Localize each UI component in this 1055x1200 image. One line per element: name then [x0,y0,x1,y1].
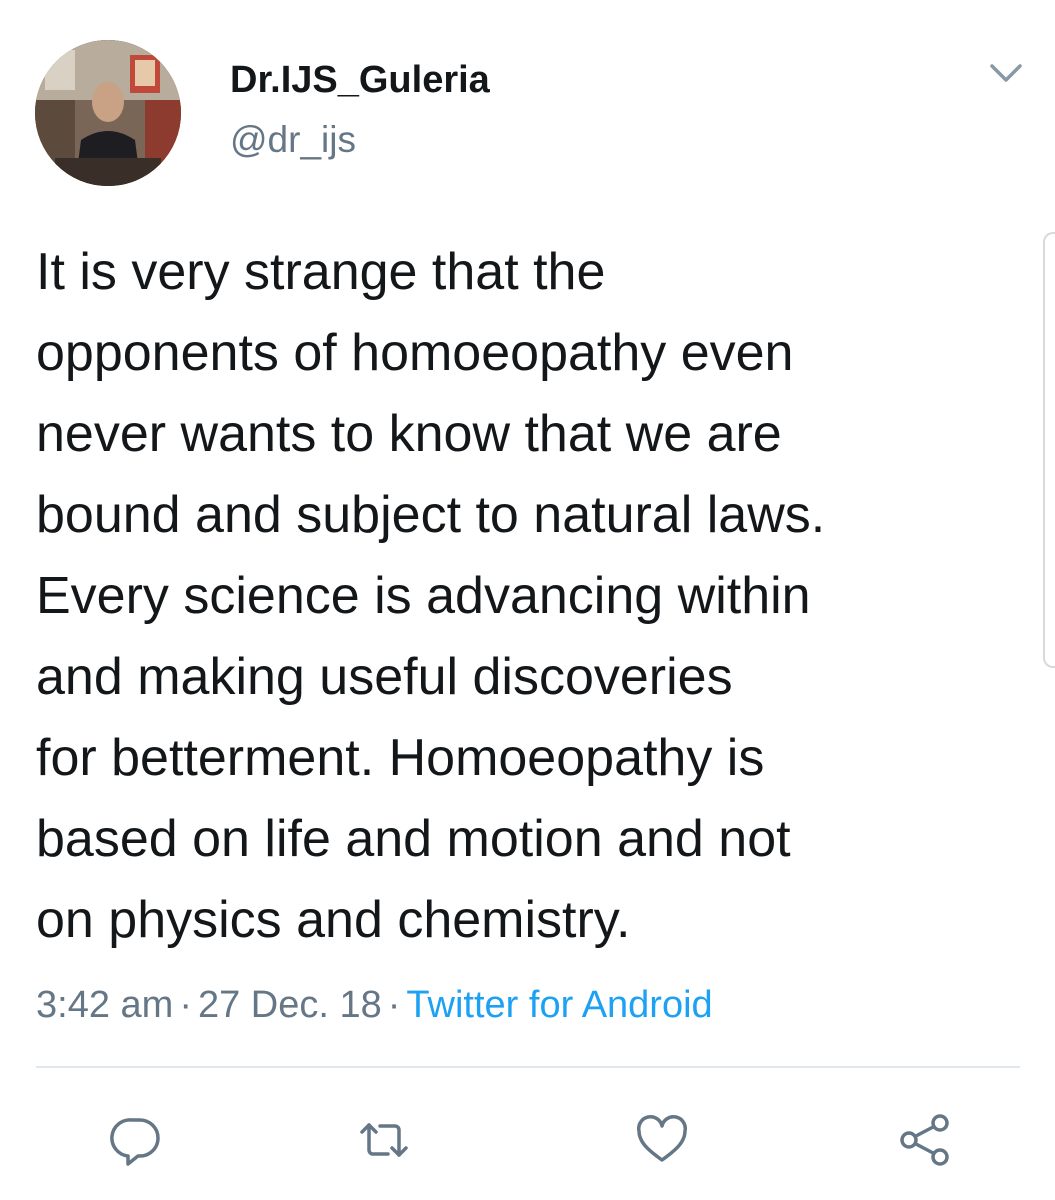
tweet-line: It is very strange that the [36,243,606,301]
tweet-line: never wants to know that we are [36,405,782,463]
tweet-line: opponents of homoeopathy even [36,324,794,382]
separator: · [387,984,401,1026]
user-handle[interactable]: @dr_ijs [230,118,356,162]
reply-icon [110,1118,160,1166]
tweet-line: for betterment. Homoeopathy is [36,729,765,787]
chevron-down-icon[interactable] [984,56,1028,88]
tweet-line: and making useful discoveries [36,648,733,706]
display-name[interactable]: Dr.IJS_Guleria [230,58,490,102]
avatar-photo-icon [35,40,181,186]
share-button[interactable] [896,1112,952,1168]
heart-icon [636,1115,688,1162]
divider [36,1066,1020,1068]
tweet-line: based on life and motion and not [36,810,791,868]
tweet-line: bound and subject to natural laws. [36,486,826,544]
tweet-text: It is very strange that the opponents of… [36,232,1031,961]
retweet-button[interactable] [356,1112,412,1168]
tweet-line: on physics and chemistry. [36,891,631,949]
tweet-source-link[interactable]: Twitter for Android [406,984,712,1026]
separator: · [179,984,192,1026]
share-icon [900,1114,949,1166]
tweet-date[interactable]: 27 Dec. 18 [198,984,382,1026]
like-button[interactable] [634,1112,690,1168]
tweet-meta: 3:42 am · 27 Dec. 18 · Twitter for Android [36,982,713,1028]
scrollbar[interactable] [1043,232,1055,668]
avatar[interactable] [35,40,181,186]
retweet-icon [360,1123,408,1157]
tweet-line: Every science is advancing within [36,567,811,625]
tweet-time[interactable]: 3:42 am [36,984,173,1026]
reply-button[interactable] [108,1112,164,1168]
